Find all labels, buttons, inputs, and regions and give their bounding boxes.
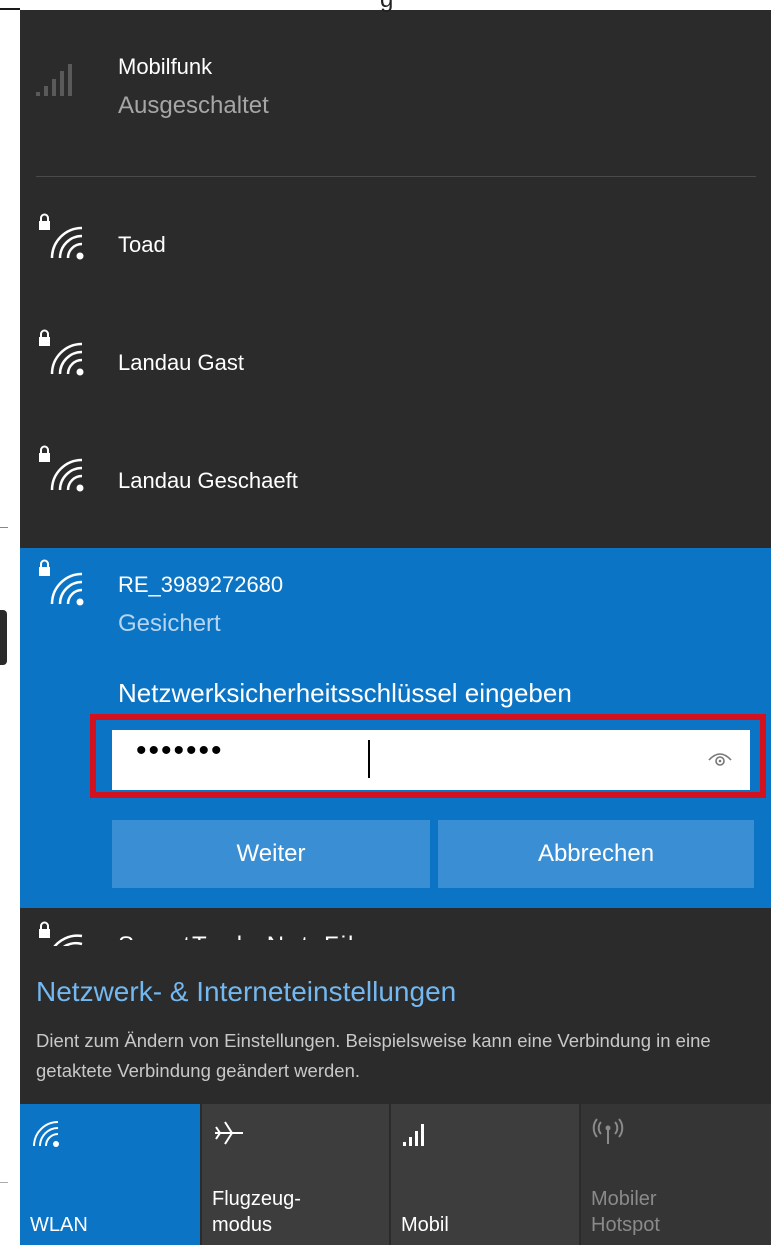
airplane-tile-line2: modus (212, 1214, 273, 1236)
security-key-input[interactable]: ••••••• (112, 730, 750, 790)
network-item[interactable]: Toad (20, 192, 771, 292)
airplane-icon (215, 1121, 243, 1145)
secured-wifi-icon (39, 329, 84, 376)
hotspot-tile-line2: Hotspot (591, 1214, 660, 1236)
top-fragment-text: g (380, 0, 393, 14)
network-name: Toad (118, 232, 166, 257)
selected-network-status: Gesichert (118, 610, 221, 637)
network-settings-section: Netzwerk- & Interneteinstellungen Dient … (20, 946, 771, 1106)
secured-wifi-icon (39, 559, 84, 606)
network-settings-description: Dient zum Ändern von Einstellungen. Beis… (36, 1030, 711, 1081)
secured-wifi-icon (39, 213, 84, 260)
cellular-status: Ausgeschaltet (118, 92, 269, 119)
mobile-tile-label: Mobil (401, 1214, 449, 1236)
network-settings-link[interactable]: Netzwerk- & Interneteinstellungen (36, 976, 456, 1008)
network-item[interactable]: Landau Gast (20, 308, 771, 408)
cancel-button[interactable]: Abbrechen (438, 820, 754, 888)
network-name: Landau Gast (118, 350, 244, 375)
page-edge-rule (0, 8, 20, 10)
quick-actions: WLAN Flugzeug- modus Mobil Mobiler Hotsp… (20, 1104, 771, 1245)
airplane-mode-tile[interactable]: Flugzeug- modus (202, 1104, 389, 1245)
hotspot-tile-line1: Mobiler (591, 1188, 657, 1210)
cellular-title: Mobilfunk (118, 54, 213, 79)
airplane-tile-line1: Flugzeug- (212, 1188, 301, 1210)
page-edge (0, 0, 20, 1245)
security-key-prompt: Netzwerksicherheitsschlüssel eingeben (118, 678, 572, 708)
wlan-tile-label: WLAN (30, 1214, 88, 1236)
next-button[interactable]: Weiter (112, 820, 430, 888)
page-edge-fragment (0, 610, 7, 665)
cellular-signal-icon (403, 1124, 424, 1146)
network-flyout: g Mobilfunk Ausgeschaltet Toad (20, 0, 771, 1245)
mobile-tile[interactable]: Mobil (391, 1104, 579, 1245)
wlan-tile[interactable]: WLAN (20, 1104, 200, 1245)
cellular-signal-icon (36, 64, 72, 96)
divider (36, 176, 756, 177)
network-item[interactable]: Landau Geschaeft (20, 424, 771, 524)
selected-network-panel[interactable]: RE_3989272680 Gesichert Netzwerksicherhe… (20, 548, 771, 908)
secured-wifi-icon (39, 445, 84, 492)
wifi-icon (33, 1121, 59, 1147)
hotspot-icon (592, 1118, 624, 1144)
text-caret (368, 740, 370, 778)
page-edge-rule (0, 527, 8, 528)
network-name: Landau Geschaeft (118, 468, 298, 493)
selected-network-name: RE_3989272680 (118, 572, 284, 597)
page-edge-rule (0, 1182, 8, 1183)
eye-icon[interactable] (706, 746, 734, 770)
cellular-item[interactable]: Mobilfunk Ausgeschaltet (20, 40, 771, 150)
security-key-value: ••••••• (136, 734, 224, 767)
top-strip: g (20, 0, 771, 13)
network-name: SmartTools NetzFil (118, 932, 355, 940)
mobile-hotspot-tile[interactable]: Mobiler Hotspot (581, 1104, 771, 1245)
